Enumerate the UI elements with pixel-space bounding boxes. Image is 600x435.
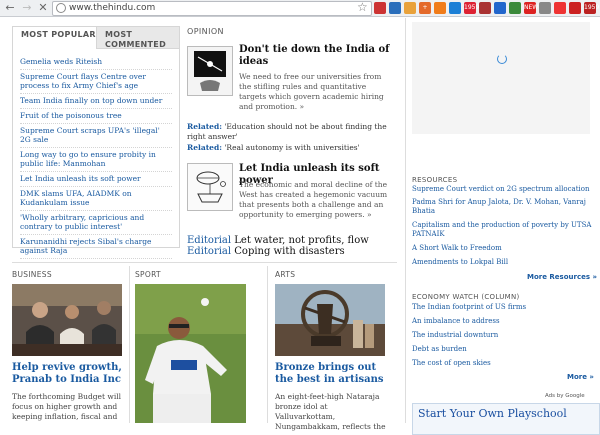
- most-popular-item[interactable]: Karunanidhi rejects Sibal's charge again…: [20, 235, 172, 259]
- tab-most-commented[interactable]: MOST COMMENTED: [96, 27, 179, 49]
- resource-link[interactable]: A Short Walk to Freedom: [412, 244, 592, 253]
- close-icon[interactable]: ✕: [36, 1, 50, 15]
- more-resources-link[interactable]: More Resources »: [527, 273, 597, 281]
- business-body: The forthcoming Budget will focus on hig…: [12, 392, 122, 421]
- ext-icon-3[interactable]: [404, 2, 416, 14]
- most-popular-list: Gemelia weds Riteish Supreme Court flays …: [20, 55, 172, 259]
- forward-icon[interactable]: →: [20, 1, 34, 15]
- related-label: Related:: [187, 143, 222, 152]
- related-link-1[interactable]: Related: 'Education should not be about …: [187, 122, 397, 142]
- most-popular-item[interactable]: Long way to go to ensure probity in publ…: [20, 148, 172, 172]
- arts-section-title: ARTS: [275, 270, 296, 279]
- ext-icon-1[interactable]: [374, 2, 386, 14]
- related-text: 'Real autonomy is with universities': [224, 143, 360, 152]
- resource-link[interactable]: Capitalism and the production of poverty…: [412, 221, 592, 239]
- arts-headline[interactable]: Bronze brings out the best in artisans: [275, 362, 387, 386]
- loading-spinner-icon: [497, 54, 507, 64]
- most-popular-item[interactable]: Supreme Court flays Centre over process …: [20, 70, 172, 94]
- economy-link[interactable]: The industrial downturn: [412, 331, 592, 340]
- opinion-headline-1[interactable]: Don't tie down the India of ideas: [239, 44, 399, 68]
- cartoon-thumbnail-1[interactable]: [187, 46, 233, 96]
- ext-icon-4[interactable]: +: [419, 2, 431, 14]
- opinion-body-2: The economic and moral decline of the We…: [239, 180, 388, 219]
- column-divider: [129, 266, 130, 423]
- economy-section-title: ECONOMY WATCH (COLUMN): [412, 293, 520, 301]
- ads-by-google-label: Ads by Google: [545, 393, 585, 399]
- globe-icon: [56, 3, 66, 13]
- editorial-title: Let water, not profits, flow: [234, 235, 369, 246]
- economy-link[interactable]: The Indian footprint of US firms: [412, 303, 592, 312]
- section-divider: [12, 262, 397, 263]
- ext-icon-10[interactable]: [509, 2, 521, 14]
- opinion-body-1: We need to free our universities from th…: [239, 72, 384, 111]
- economy-link[interactable]: Debt as burden: [412, 345, 592, 354]
- ext-icon-7[interactable]: 1959: [464, 2, 479, 14]
- sport-section-title: SPORT: [135, 270, 161, 279]
- tab-most-popular[interactable]: MOST POPULAR: [13, 27, 96, 49]
- browser-toolbar: ← → ✕ www.thehindu.com ☆ +1959 NEW 1959: [0, 0, 600, 17]
- arts-body: An eight-feet-high Nataraja bronze idol …: [275, 392, 386, 431]
- related-link-2[interactable]: Related: 'Real autonomy is with universi…: [187, 143, 397, 153]
- economy-link[interactable]: The cost of open skies: [412, 359, 592, 368]
- editorial-link-2[interactable]: Editorial Coping with disasters: [187, 246, 345, 258]
- more-economy-link[interactable]: More »: [567, 373, 594, 381]
- business-headline[interactable]: Help revive growth, Pranab to India Inc: [12, 362, 124, 386]
- url-text[interactable]: www.thehindu.com: [69, 2, 155, 15]
- ad-headline[interactable]: Start Your Own Playschool: [418, 407, 567, 420]
- most-popular-item[interactable]: Team India finally on top down under: [20, 94, 172, 109]
- address-bar[interactable]: www.thehindu.com: [52, 1, 372, 16]
- resource-link[interactable]: Amendments to Lokpal Bill: [412, 258, 592, 267]
- most-popular-item[interactable]: Supreme Court scraps UPA's 'illegal' 2G …: [20, 124, 172, 148]
- opinion-section-title: OPINION: [187, 27, 224, 36]
- ext-icon-14[interactable]: [569, 2, 581, 14]
- column-divider: [405, 18, 406, 423]
- cartoon-thumbnail-2[interactable]: [187, 163, 233, 211]
- column-divider: [267, 266, 268, 423]
- most-popular-item[interactable]: 'Wholly arbitrary, capricious and contra…: [20, 211, 172, 235]
- business-photo[interactable]: [12, 284, 122, 356]
- most-popular-widget: MOST POPULAR MOST COMMENTED Gemelia weds…: [12, 26, 180, 259]
- ext-icon-9[interactable]: [494, 2, 506, 14]
- business-section-title: BUSINESS: [12, 270, 52, 279]
- resource-link[interactable]: Padma Shri for Anup Jalota, Dr. V. Mohan…: [412, 198, 592, 216]
- most-popular-item[interactable]: DMK slams UFA, AIADMK on Kudankulam issu…: [20, 187, 172, 211]
- ext-icon-6[interactable]: [449, 2, 461, 14]
- ext-icon-12[interactable]: [539, 2, 551, 14]
- ext-icon-8[interactable]: [479, 2, 491, 14]
- ad-placeholder[interactable]: [412, 22, 590, 134]
- resources-section-title: RESOURCES: [412, 176, 458, 184]
- back-icon[interactable]: ←: [3, 1, 17, 15]
- most-popular-item[interactable]: Fruit of the poisonous tree: [20, 109, 172, 124]
- ext-icon-2[interactable]: [389, 2, 401, 14]
- editorial-title: Coping with disasters: [234, 246, 345, 257]
- ad-unit[interactable]: Start Your Own Playschool: [412, 403, 600, 435]
- editorial-label: Editorial: [187, 235, 232, 246]
- ext-icon-5[interactable]: [434, 2, 446, 14]
- related-label: Related:: [187, 122, 222, 131]
- bookmark-star-icon[interactable]: ☆: [357, 1, 368, 14]
- resource-link[interactable]: Supreme Court verdict on 2G spectrum all…: [412, 185, 592, 194]
- sport-photo[interactable]: [135, 284, 246, 423]
- ext-icon-11[interactable]: NEW: [524, 2, 538, 14]
- ext-icon-13[interactable]: [554, 2, 566, 14]
- arts-photo[interactable]: [275, 284, 385, 356]
- most-popular-item[interactable]: Gemelia weds Riteish: [20, 55, 172, 70]
- ext-icon-15[interactable]: 1959: [584, 2, 599, 14]
- economy-link[interactable]: An imbalance to address: [412, 317, 592, 326]
- most-popular-item[interactable]: Let India unleash its soft power: [20, 172, 172, 187]
- editorial-label: Editorial: [187, 246, 232, 257]
